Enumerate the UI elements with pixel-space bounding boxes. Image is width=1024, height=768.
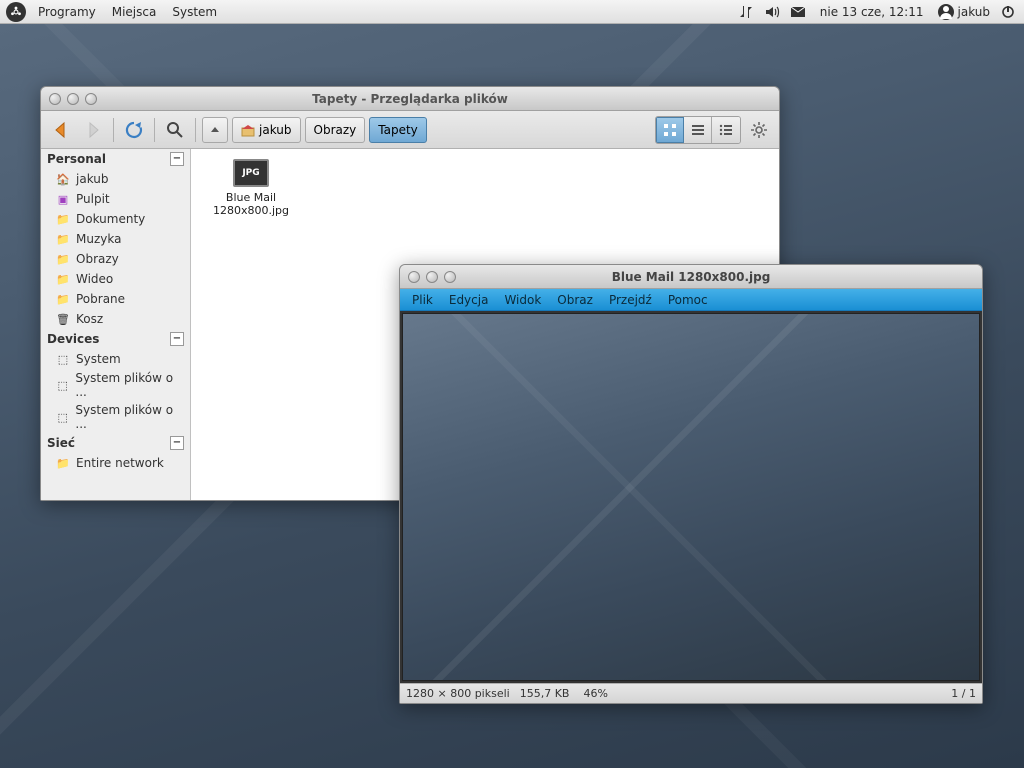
- user-menu[interactable]: jakub: [938, 4, 991, 20]
- sidebar-section-devices[interactable]: Devices −: [41, 329, 190, 349]
- breadcrumb: jakub Obrazy Tapety: [202, 117, 427, 143]
- file-thumbnail-icon: JPG: [233, 159, 269, 187]
- sidebar-item-disk[interactable]: ⬚System: [41, 349, 190, 369]
- window-maximize-button[interactable]: [85, 93, 97, 105]
- window-close-button[interactable]: [49, 93, 61, 105]
- video-icon: 📁: [55, 271, 71, 287]
- path-up-button[interactable]: [202, 117, 228, 143]
- file-browser-title: Tapety - Przeglądarka plików: [41, 92, 779, 106]
- path-segment-obrazy[interactable]: Obrazy: [305, 117, 366, 143]
- search-button[interactable]: [161, 116, 189, 144]
- download-icon: 📁: [55, 291, 71, 307]
- sidebar-item-home[interactable]: 🏠jakub: [41, 169, 190, 189]
- mail-icon[interactable]: [790, 4, 806, 20]
- status-filesize: 155,7 KB: [520, 687, 570, 700]
- icon-view-button[interactable]: [656, 117, 684, 143]
- sidebar-item-disk[interactable]: ⬚System plików o ...: [41, 401, 190, 433]
- menu-obraz[interactable]: Obraz: [549, 293, 601, 307]
- home-folder-icon: [241, 123, 255, 137]
- network-folder-icon: 📁: [55, 455, 71, 471]
- list-view-button[interactable]: [684, 117, 712, 143]
- ubuntu-logo-icon[interactable]: [6, 2, 26, 22]
- menu-pomoc[interactable]: Pomoc: [660, 293, 716, 307]
- sidebar-item-music[interactable]: 📁Muzyka: [41, 229, 190, 249]
- trash-icon: 🗑: [55, 311, 71, 327]
- file-item[interactable]: JPG Blue Mail 1280x800.jpg: [201, 159, 301, 490]
- sidebar-item-disk[interactable]: ⬚System plików o ...: [41, 369, 190, 401]
- sidebar-item-documents[interactable]: 📁Dokumenty: [41, 209, 190, 229]
- pictures-icon: 📁: [55, 251, 71, 267]
- panel-menu-programy[interactable]: Programy: [30, 5, 104, 19]
- path-segment-home[interactable]: jakub: [232, 117, 301, 143]
- sidebar-section-network[interactable]: Sieć −: [41, 433, 190, 453]
- folder-icon: 📁: [55, 211, 71, 227]
- image-viewer-menubar: Plik Edycja Widok Obraz Przejdź Pomoc: [400, 289, 982, 311]
- image-viewer-window: Blue Mail 1280x800.jpg Plik Edycja Widok…: [399, 264, 983, 704]
- file-browser-titlebar[interactable]: Tapety - Przeglądarka plików: [41, 87, 779, 111]
- menu-przejdz[interactable]: Przejdź: [601, 293, 660, 307]
- sidebar-item-trash[interactable]: 🗑Kosz: [41, 309, 190, 329]
- volume-icon[interactable]: [764, 4, 780, 20]
- file-name: Blue Mail 1280x800.jpg: [201, 191, 301, 217]
- sidebar-item-video[interactable]: 📁Wideo: [41, 269, 190, 289]
- status-zoom: 46%: [583, 687, 607, 700]
- system-tray: nie 13 cze, 12:11 jakub: [738, 4, 1024, 20]
- image-viewer-statusbar: 1280 × 800 pikseli 155,7 KB 46% 1 / 1: [400, 683, 982, 703]
- network-icon[interactable]: [738, 4, 754, 20]
- collapse-icon[interactable]: −: [170, 152, 184, 166]
- menu-widok[interactable]: Widok: [496, 293, 549, 307]
- image-viewport[interactable]: [400, 311, 982, 683]
- back-button[interactable]: [47, 116, 75, 144]
- compact-view-button[interactable]: [712, 117, 740, 143]
- reload-button[interactable]: [120, 116, 148, 144]
- file-browser-toolbar: jakub Obrazy Tapety: [41, 111, 779, 149]
- disk-icon: ⬚: [55, 377, 70, 393]
- file-browser-sidebar: Personal − 🏠jakub ▣Pulpit 📁Dokumenty 📁Mu…: [41, 149, 191, 500]
- desktop-icon: ▣: [55, 191, 71, 207]
- collapse-icon[interactable]: −: [170, 332, 184, 346]
- sidebar-item-desktop[interactable]: ▣Pulpit: [41, 189, 190, 209]
- power-icon[interactable]: [1000, 4, 1016, 20]
- status-page: 1 / 1: [951, 687, 976, 700]
- displayed-image: [402, 313, 980, 681]
- sidebar-section-personal[interactable]: Personal −: [41, 149, 190, 169]
- panel-menu-system[interactable]: System: [164, 5, 225, 19]
- user-name: jakub: [958, 5, 991, 19]
- image-viewer-title: Blue Mail 1280x800.jpg: [400, 270, 982, 284]
- window-minimize-button[interactable]: [426, 271, 438, 283]
- image-viewer-titlebar[interactable]: Blue Mail 1280x800.jpg: [400, 265, 982, 289]
- sidebar-item-pictures[interactable]: 📁Obrazy: [41, 249, 190, 269]
- clock[interactable]: nie 13 cze, 12:11: [816, 5, 928, 19]
- home-icon: 🏠: [55, 171, 71, 187]
- forward-button[interactable]: [79, 116, 107, 144]
- window-minimize-button[interactable]: [67, 93, 79, 105]
- view-mode-group: [655, 116, 741, 144]
- settings-button[interactable]: [745, 116, 773, 144]
- menu-plik[interactable]: Plik: [404, 293, 441, 307]
- sidebar-item-network[interactable]: 📁Entire network: [41, 453, 190, 473]
- status-dimensions: 1280 × 800 pikseli: [406, 687, 510, 700]
- top-panel: Programy Miejsca System nie 13 cze, 12:1…: [0, 0, 1024, 24]
- user-avatar-icon: [938, 4, 954, 20]
- collapse-icon[interactable]: −: [170, 436, 184, 450]
- disk-icon: ⬚: [55, 409, 70, 425]
- menu-edycja[interactable]: Edycja: [441, 293, 497, 307]
- disk-icon: ⬚: [55, 351, 71, 367]
- sidebar-item-downloads[interactable]: 📁Pobrane: [41, 289, 190, 309]
- music-icon: 📁: [55, 231, 71, 247]
- window-maximize-button[interactable]: [444, 271, 456, 283]
- path-segment-tapety[interactable]: Tapety: [369, 117, 427, 143]
- panel-menu-miejsca[interactable]: Miejsca: [104, 5, 165, 19]
- window-close-button[interactable]: [408, 271, 420, 283]
